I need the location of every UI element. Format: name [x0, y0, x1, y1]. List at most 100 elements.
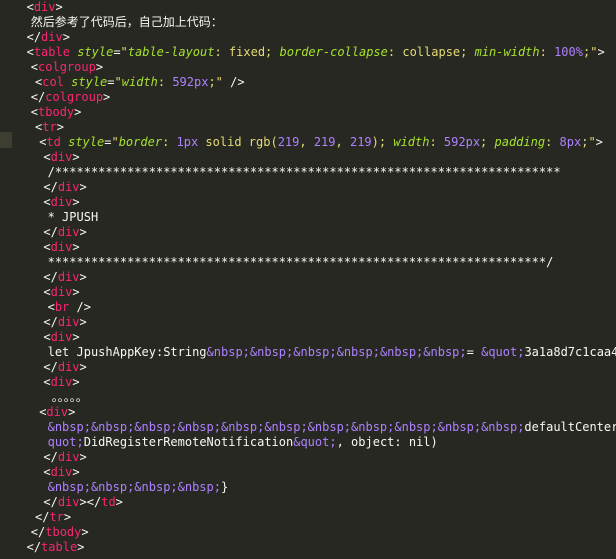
code-token: </ [43, 315, 58, 329]
code-line: </div></td> [43, 495, 123, 510]
code-line: </table> [27, 540, 85, 555]
code-line: <div> [43, 285, 79, 300]
code-line: </tbody> [31, 525, 89, 540]
code-line: </div> [43, 270, 86, 285]
code-token: > [74, 105, 82, 119]
code-token: 219 [349, 135, 372, 149]
code-token: : [545, 135, 560, 149]
code-line: <div> [43, 240, 79, 255]
code-token: > [79, 315, 87, 329]
code-token: > [72, 465, 80, 479]
code-token: : fixed; [214, 45, 280, 59]
code-token: : [157, 75, 173, 89]
code-token: > [72, 330, 80, 344]
code-token: " [111, 135, 119, 149]
code-token: </ [43, 270, 58, 284]
code-token: min-width [474, 45, 540, 59]
code-token: > [72, 150, 80, 164]
code-line: </div> [43, 180, 86, 195]
code-token: col [42, 75, 64, 89]
code-token: solid rgb( [198, 135, 278, 149]
code-token: div [50, 285, 73, 299]
code-token: < [43, 330, 51, 344]
code-token: ; [480, 135, 495, 149]
code-token: > [62, 30, 70, 44]
code-token: : [429, 135, 444, 149]
code-line: <div> [43, 465, 79, 480]
code-token: width [121, 75, 158, 89]
code-token: defaultCenter.addObserver(self, [524, 420, 616, 434]
code-token: > [79, 450, 87, 464]
code-token: div [57, 495, 80, 509]
code-line: * JPUSH [48, 210, 99, 225]
code-token: </ [26, 30, 42, 44]
code-token: ****************************************… [47, 255, 554, 269]
code-token: &nbsp;&nbsp;&nbsp;&nbsp; [47, 480, 221, 494]
code-line: <div> [39, 405, 75, 420]
code-token: > [72, 285, 80, 299]
code-token: /***************************************… [47, 165, 561, 179]
code-token: /> [222, 75, 245, 89]
code-token: = [107, 75, 115, 89]
code-line: <div> [43, 375, 79, 390]
code-token: , [335, 135, 350, 149]
code-token: < [30, 105, 39, 119]
code-token: border [118, 135, 163, 149]
code-token: 3a1a8d7c1caa4 [524, 345, 616, 359]
code-token: 219 [313, 135, 336, 149]
code-token: table [41, 540, 78, 554]
code-line: <tr> [35, 120, 64, 135]
code-editor[interactable]: <div> 然后参考了代码后，自己加上代码： </div> <table style=… [0, 0, 616, 559]
code-token: > [103, 90, 111, 104]
code-line: <div> [27, 0, 63, 15]
code-line: </div> [27, 30, 70, 45]
code-line: <div> [43, 330, 79, 345]
code-line: <col style="width: 592px;" /> [35, 75, 245, 90]
code-line: let JpushAppKey:String&nbsp;&nbsp;&nbsp;… [48, 345, 616, 360]
code-token: width [393, 135, 430, 149]
code-line: <br /> [48, 300, 91, 315]
code-token: : [539, 45, 555, 59]
code-token: > [72, 375, 80, 389]
code-token: > [68, 405, 76, 419]
code-token: &quot; [481, 345, 525, 359]
code-line: quot;DidRegisterRemoteNotification&quot;… [48, 435, 438, 450]
code-token: td [46, 135, 61, 149]
code-token: div [57, 225, 80, 239]
code-token: > [55, 0, 63, 14]
code-token: </ [43, 225, 58, 239]
code-token: </ [30, 525, 46, 539]
code-token: < [30, 60, 39, 74]
code-token: quot; [47, 435, 84, 449]
code-token: div [57, 180, 80, 194]
code-token: div [50, 465, 73, 479]
code-line: </div> [43, 360, 86, 375]
code-token: div [50, 330, 73, 344]
code-token: < [43, 375, 51, 389]
code-token: 然后参考了代码后，自己加上代码： [30, 15, 223, 29]
code-token: div [57, 450, 80, 464]
code-line: /***************************************… [48, 165, 561, 180]
code-token: table [33, 45, 70, 59]
code-token: </ [43, 180, 58, 194]
code-line: 。。。。。 [52, 390, 88, 405]
code-token: div [57, 315, 80, 329]
code-token: DidRegisterRemoteNotification [83, 435, 294, 449]
code-token: : collapse; [387, 45, 475, 59]
code-token: < [26, 0, 34, 14]
code-token: </ [43, 450, 58, 464]
code-token: > [56, 120, 64, 134]
code-token: div [33, 0, 56, 14]
code-token: > [81, 525, 89, 539]
code-token: < [43, 150, 51, 164]
code-token: style [71, 75, 108, 89]
code-line: <tbody> [31, 105, 82, 120]
code-token: > [79, 180, 87, 194]
code-token: br [54, 300, 70, 314]
code-token: > [79, 270, 87, 284]
code-token: < [26, 45, 34, 59]
code-token: , object: nil) [336, 435, 438, 449]
code-token: padding [494, 135, 546, 149]
code-token: </ [43, 360, 58, 374]
code-token: /> [69, 300, 91, 314]
